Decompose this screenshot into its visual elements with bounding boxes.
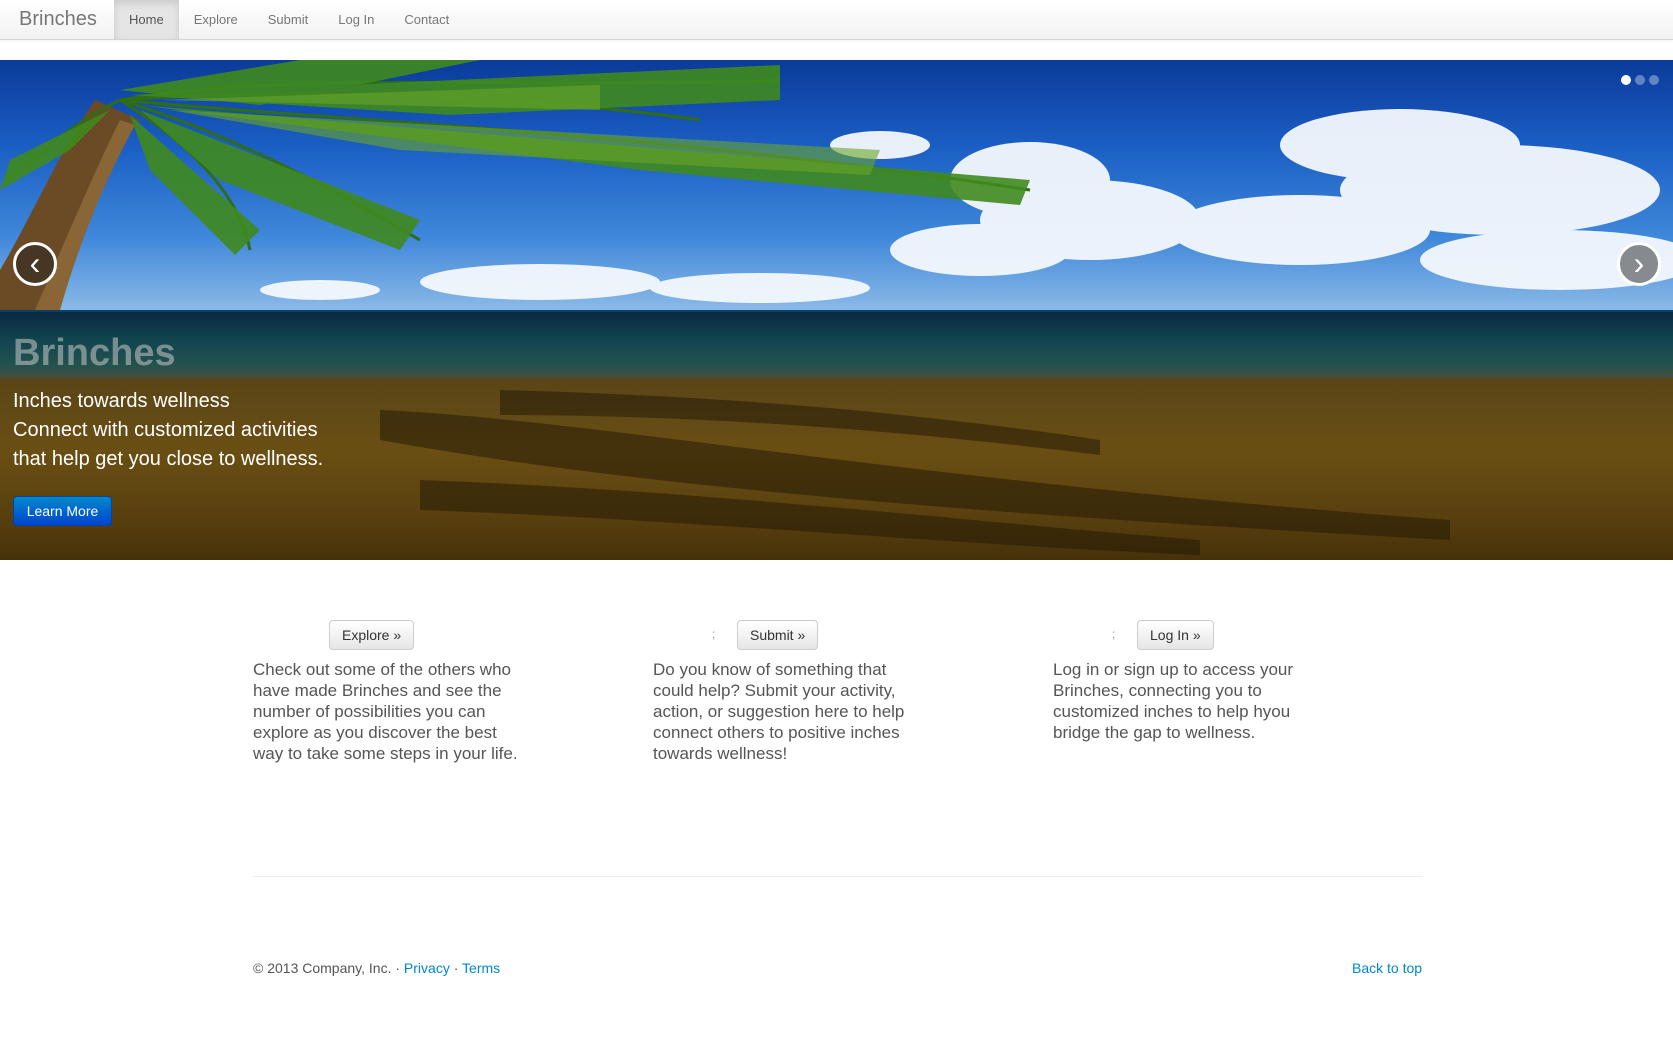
carousel-next-button[interactable]: › — [1617, 242, 1661, 286]
carousel-indicator[interactable] — [1649, 75, 1659, 85]
carousel-prev-button[interactable]: ‹ — [13, 242, 57, 286]
brand-logo[interactable]: Brinches — [19, 8, 97, 31]
footer-divider — [253, 876, 1423, 877]
back-to-top-link[interactable]: Back to top — [1352, 960, 1422, 976]
feature-text: Log in or sign up to access your Brinche… — [1053, 660, 1294, 742]
separator: · — [395, 960, 401, 976]
separator: · — [453, 960, 459, 976]
feature-text: Check out some of the others who have ma… — [253, 660, 518, 763]
nav-item-login[interactable]: Log In — [323, 0, 389, 39]
carousel-caption-text: Inches towards wellness Connect with cus… — [13, 387, 323, 474]
privacy-link[interactable]: Privacy — [404, 960, 450, 976]
login-button[interactable]: Log In » — [1137, 620, 1214, 650]
caption-line-3: that help get you close to wellness. — [13, 448, 324, 470]
nav-item-home[interactable]: Home — [114, 0, 179, 39]
feature-text: Do you know of something that could help… — [653, 660, 905, 763]
caption-line-2: Connect with customized activities — [13, 419, 318, 441]
feature-login: ; Log In » Log in or sign up to access y… — [1053, 620, 1323, 743]
copyright-text: © 2013 Company, Inc. — [253, 960, 392, 976]
feature-submit: ; Submit » Do you know of something that… — [653, 620, 923, 764]
navbar: Brinches Home Explore Submit Log In Cont… — [0, 0, 1673, 40]
chevron-right-icon: › — [1633, 245, 1645, 281]
hero-carousel: Brinches Inches towards wellness Connect… — [0, 60, 1673, 560]
chevron-left-icon: ‹ — [29, 245, 41, 281]
stray-semicolon: ; — [712, 627, 716, 641]
carousel-indicators — [1621, 75, 1659, 85]
footer-copyright: © 2013 Company, Inc. · Privacy · Terms — [253, 960, 500, 976]
nav-item-contact[interactable]: Contact — [389, 0, 464, 39]
learn-more-button[interactable]: Learn More — [13, 496, 112, 526]
carousel-caption-title: Brinches — [13, 332, 176, 374]
terms-link[interactable]: Terms — [462, 960, 500, 976]
nav-item-explore[interactable]: Explore — [179, 0, 253, 39]
carousel-indicator[interactable] — [1635, 75, 1645, 85]
caption-line-1: Inches towards wellness — [13, 390, 230, 412]
feature-explore: Explore » Check out some of the others w… — [253, 620, 523, 764]
explore-button[interactable]: Explore » — [329, 620, 415, 650]
nav-menu: Home Explore Submit Log In Contact — [114, 0, 464, 39]
beach-scene-image — [0, 60, 1673, 560]
nav-item-submit[interactable]: Submit — [253, 0, 323, 39]
carousel-indicator[interactable] — [1621, 75, 1631, 85]
stray-semicolon: ; — [1112, 627, 1116, 641]
submit-button[interactable]: Submit » — [737, 620, 819, 650]
